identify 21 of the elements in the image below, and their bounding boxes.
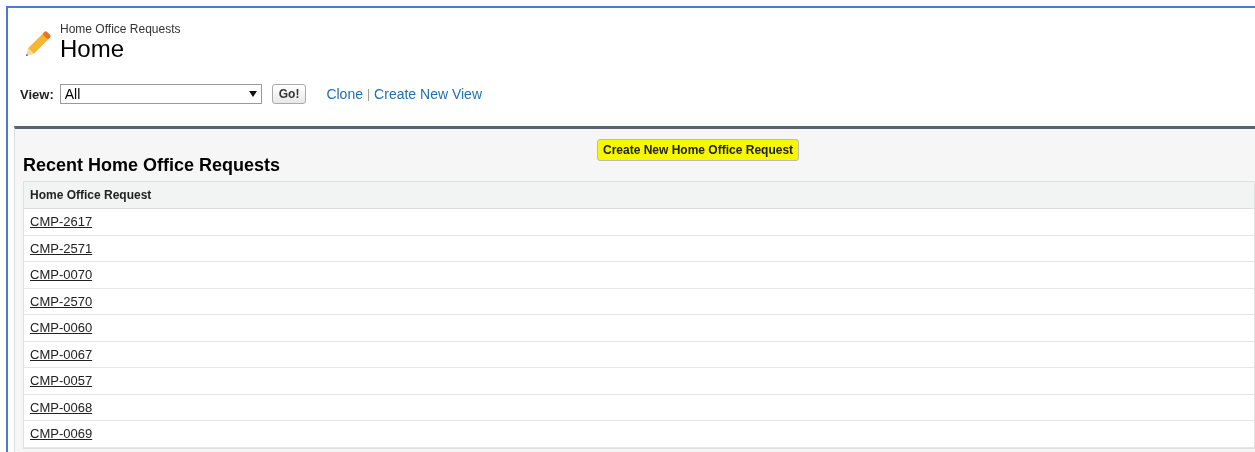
record-link[interactable]: CMP-0060: [30, 320, 93, 336]
record-link[interactable]: CMP-0069: [30, 426, 93, 442]
record-link[interactable]: CMP-0070: [30, 267, 93, 283]
record-link[interactable]: CMP-0067: [30, 346, 93, 362]
new-request-button[interactable]: Create New Home Office Request: [597, 139, 800, 161]
record-link[interactable]: CMP-2571: [30, 240, 93, 256]
view-link[interactable]: Create New View: [374, 86, 482, 102]
breadcrumb: Home Office Requests: [60, 22, 181, 36]
panel-title: Recent Home Office Requests: [23, 155, 282, 176]
go-button[interactable]: Go!: [271, 84, 307, 104]
record-link[interactable]: CMP-2617: [30, 214, 93, 230]
page-title: Home: [60, 36, 126, 62]
record-link[interactable]: CMP-0068: [30, 399, 93, 415]
link-separator: |: [367, 87, 371, 101]
caret-icon: [248, 91, 257, 97]
view-select[interactable]: All: [59, 84, 262, 104]
record-link[interactable]: CMP-2570: [30, 293, 93, 309]
column-header: Home Office Request: [24, 182, 1254, 209]
view-label: View:: [20, 86, 54, 102]
record-link[interactable]: CMP-0057: [30, 373, 93, 389]
view-link[interactable]: Clone: [326, 86, 363, 102]
